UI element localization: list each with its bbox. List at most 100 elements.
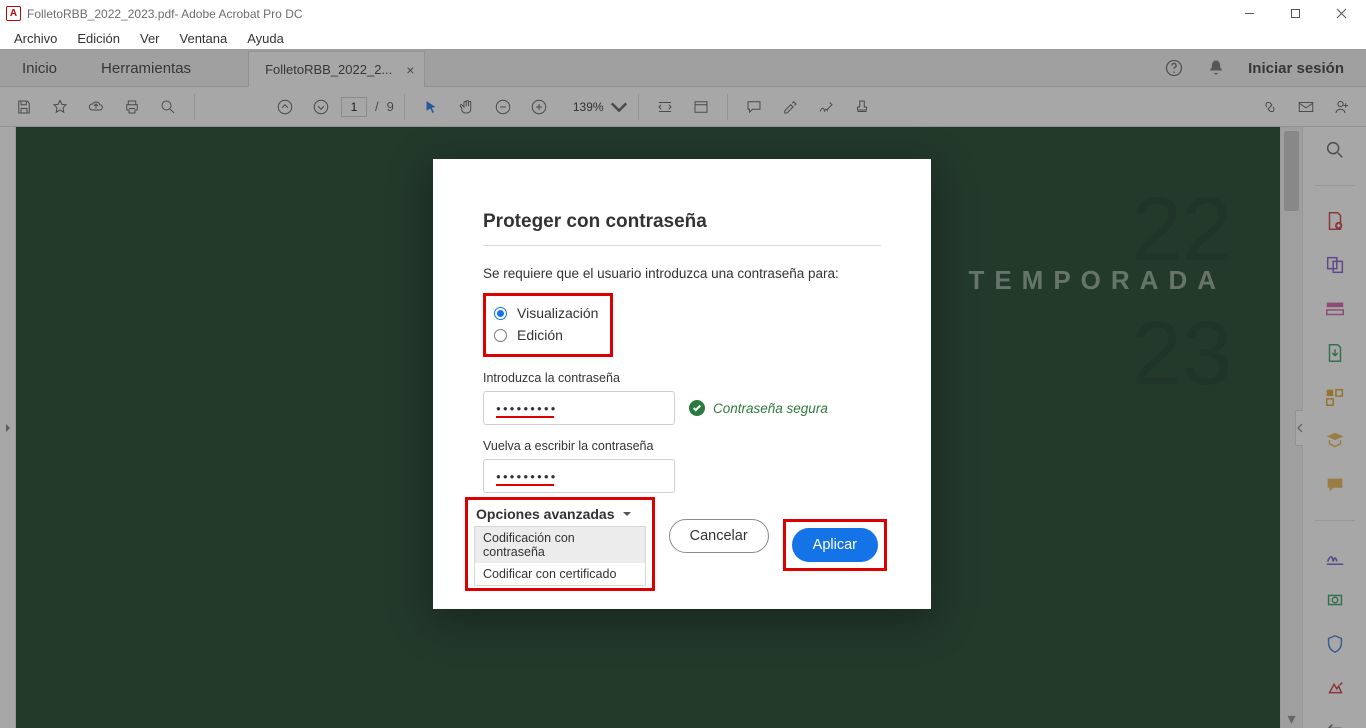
tool-combine-icon[interactable] xyxy=(1322,254,1348,276)
password-input[interactable]: ●●●●●●●●● xyxy=(483,391,675,425)
menubar: Archivo Edición Ver Ventana Ayuda xyxy=(0,27,1366,49)
advanced-option-password-encoding[interactable]: Codificación con contraseña xyxy=(475,527,645,563)
search-icon[interactable] xyxy=(152,91,184,123)
password-mask: ●●●●●●●●● xyxy=(496,404,558,413)
document-tabsrow: Inicio Herramientas FolletoRBB_2022_2...… xyxy=(0,49,1366,87)
menu-ayuda[interactable]: Ayuda xyxy=(237,29,294,48)
tool-edit-pdf-icon[interactable] xyxy=(1322,298,1348,320)
right-tools-panel xyxy=(1302,127,1366,728)
doc-year-bottom: 23 xyxy=(1132,303,1232,406)
radio-row-view[interactable]: Visualización xyxy=(494,302,602,324)
sign-in-link[interactable]: Iniciar sesión xyxy=(1248,60,1344,77)
hand-tool-icon[interactable] xyxy=(451,91,483,123)
menu-ver[interactable]: Ver xyxy=(130,29,170,48)
dialog-title: Proteger con contraseña xyxy=(483,211,881,246)
tool-comment-icon[interactable] xyxy=(1322,474,1348,496)
tool-create-pdf-icon[interactable] xyxy=(1322,210,1348,232)
save-icon[interactable] xyxy=(8,91,40,123)
radio-view-input[interactable] xyxy=(494,307,507,320)
link-icon[interactable] xyxy=(1254,91,1286,123)
stamp-icon[interactable] xyxy=(846,91,878,123)
tab-tools[interactable]: Herramientas xyxy=(79,50,213,86)
tab-home[interactable]: Inicio xyxy=(0,50,79,86)
scroll-thumb[interactable] xyxy=(1284,131,1299,211)
doc-season-label: TEMPORADA xyxy=(968,265,1226,296)
menu-archivo[interactable]: Archivo xyxy=(4,29,67,48)
cloud-upload-icon[interactable] xyxy=(80,91,112,123)
password-strength: Contraseña segura xyxy=(689,400,828,416)
select-tool-icon[interactable] xyxy=(415,91,447,123)
radio-row-edit[interactable]: Edición xyxy=(494,324,602,346)
annotation-underline-icon xyxy=(496,484,554,487)
right-pane-toggle[interactable] xyxy=(1295,410,1303,446)
chevron-down-icon xyxy=(610,98,628,116)
window-controls xyxy=(1226,0,1364,27)
tool-search-icon[interactable] xyxy=(1322,139,1348,161)
check-circle-icon xyxy=(689,400,705,416)
tool-organize-icon[interactable] xyxy=(1322,386,1348,408)
menu-ventana[interactable]: Ventana xyxy=(170,29,238,48)
tab-document-label: FolletoRBB_2022_2... xyxy=(265,62,392,77)
tool-send-sign-icon[interactable] xyxy=(1322,430,1348,452)
window-title-app: - Adobe Acrobat Pro DC xyxy=(174,7,302,21)
scroll-down-icon[interactable]: ▾ xyxy=(1281,710,1302,728)
page-up-icon[interactable] xyxy=(269,91,301,123)
radio-group-highlight: Visualización Edición xyxy=(483,293,613,357)
page-number: / 9 xyxy=(341,97,394,117)
tab-document[interactable]: FolletoRBB_2022_2... × xyxy=(248,51,425,87)
main-toolbar: / 9 139% xyxy=(0,87,1366,127)
password-confirm-mask: ●●●●●●●●● xyxy=(496,472,558,481)
menu-edicion[interactable]: Edición xyxy=(67,29,130,48)
apply-button-highlight: Aplicar xyxy=(783,519,887,571)
zoom-value[interactable]: 139% xyxy=(573,98,628,116)
tool-fill-sign-icon[interactable] xyxy=(1322,545,1348,567)
tool-expand-icon[interactable] xyxy=(1322,721,1348,728)
comment-icon[interactable] xyxy=(738,91,770,123)
bell-icon[interactable] xyxy=(1206,58,1226,78)
read-mode-icon[interactable] xyxy=(685,91,717,123)
protect-password-dialog: Proteger con contraseña Se requiere que … xyxy=(433,159,931,609)
advanced-options-label: Opciones avanzadas xyxy=(476,506,615,522)
page-down-icon[interactable] xyxy=(305,91,337,123)
cancel-button[interactable]: Cancelar xyxy=(669,519,769,553)
annotation-underline-icon xyxy=(496,416,554,419)
advanced-options-highlight: Opciones avanzadas Codificación con cont… xyxy=(465,497,655,591)
tool-more-tools-icon[interactable] xyxy=(1322,677,1348,699)
advanced-options-toggle[interactable]: Opciones avanzadas xyxy=(474,506,646,522)
email-icon[interactable] xyxy=(1290,91,1322,123)
share-user-icon[interactable] xyxy=(1326,91,1358,123)
radio-edit-label: Edición xyxy=(517,327,563,343)
page-current-input[interactable] xyxy=(341,97,367,117)
radio-edit-input[interactable] xyxy=(494,329,507,342)
zoom-percent: 139% xyxy=(573,100,604,114)
print-icon[interactable] xyxy=(116,91,148,123)
sign-tool-icon[interactable] xyxy=(810,91,842,123)
radio-view-label: Visualización xyxy=(517,305,598,321)
left-pane-toggle[interactable] xyxy=(0,127,16,728)
page-total: 9 xyxy=(387,99,394,114)
zoom-in-icon[interactable] xyxy=(523,91,555,123)
tool-print-production-icon[interactable] xyxy=(1322,589,1348,611)
advanced-option-certificate-encoding[interactable]: Codificar con certificado xyxy=(475,563,645,585)
dialog-subtitle: Se requiere que el usuario introduzca un… xyxy=(483,266,881,281)
password-confirm-input[interactable]: ●●●●●●●●● xyxy=(483,459,675,493)
window-title-file: FolletoRBB_2022_2023.pdf xyxy=(27,7,174,21)
minimize-button[interactable] xyxy=(1226,0,1272,27)
password-confirm-label: Vuelva a escribir la contraseña xyxy=(483,439,881,453)
maximize-button[interactable] xyxy=(1272,0,1318,27)
titlebar: A FolletoRBB_2022_2023.pdf - Adobe Acrob… xyxy=(0,0,1366,27)
tab-close-icon[interactable]: × xyxy=(406,62,414,78)
highlight-icon[interactable] xyxy=(774,91,806,123)
tool-protect-icon[interactable] xyxy=(1322,633,1348,655)
tool-export-pdf-icon[interactable] xyxy=(1322,342,1348,364)
page-separator: / xyxy=(375,99,379,114)
apply-button[interactable]: Aplicar xyxy=(792,528,878,562)
fit-width-icon[interactable] xyxy=(649,91,681,123)
password-strength-label: Contraseña segura xyxy=(713,401,828,416)
zoom-out-icon[interactable] xyxy=(487,91,519,123)
acrobat-icon: A xyxy=(6,6,21,21)
password-label: Introduzca la contraseña xyxy=(483,371,881,385)
close-button[interactable] xyxy=(1318,0,1364,27)
star-icon[interactable] xyxy=(44,91,76,123)
help-icon[interactable] xyxy=(1164,58,1184,78)
